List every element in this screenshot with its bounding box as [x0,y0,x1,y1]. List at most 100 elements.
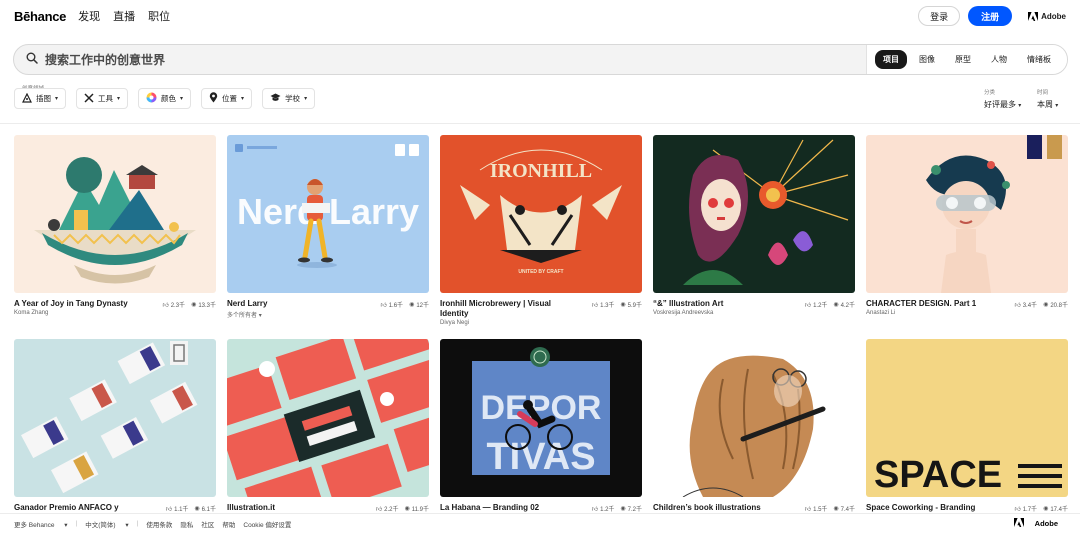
filter-creative-field[interactable]: 插图 ▾ [14,88,67,109]
project-meta: A Year of Joy in Tang Dynasty 👍︎ 2.3千 ◉ 13… [14,299,216,309]
project-thumbnail[interactable] [227,339,429,497]
project-card[interactable]: A Year of Joy in Tang Dynasty 👍︎ 2.3千 ◉ 13… [14,135,216,316]
nav-discover[interactable]: 发现 [78,8,100,24]
project-title[interactable]: A Year of Joy in Tang Dynasty [14,299,128,309]
like-count: 2.3千 [170,303,186,309]
view-count: 17.4千 [1050,507,1068,513]
filter-color[interactable]: 颜色 ▾ [138,88,192,109]
adobe-link[interactable]: Adobe [1028,11,1066,21]
filter-location[interactable]: 位置 ▾ [201,88,253,109]
footer-language[interactable]: 中文(简体) ▾ [85,519,128,529]
filter-location-label: 位置 [222,94,238,103]
filter-school[interactable]: 学校 ▾ [262,88,316,109]
scope-people[interactable]: 人物 [983,50,1015,69]
login-button[interactable]: 登录 [918,6,961,26]
chevron-down-icon: ▾ [180,96,184,102]
nav-live[interactable]: 直播 [113,8,135,24]
chevron-down-icon: ▾ [55,96,59,102]
eye-icon: ◉ [620,506,626,512]
footer-adobe-link[interactable]: Adobe [1013,518,1066,529]
project-title[interactable]: “&” Illustration Art [653,299,723,309]
footer-more-behance[interactable]: 更多 Behance ▾ [14,519,68,529]
chevron-down-icon: ▾ [241,96,245,102]
search-input[interactable] [45,52,445,67]
project-card[interactable]: Children’s book illustrations 👍︎ 1.5千 ◉ 7.… [653,339,855,513]
time-label: 时间 [1037,90,1049,96]
project-stats: 👍︎ 1.3千 ◉ 5.9千 [592,299,642,309]
project-card[interactable]: Ganador Premio ANFACO y 👍︎ 1.1千 ◉ 6.1千 [14,339,216,513]
footer-cookie-preferences[interactable]: Cookie 偏好设置 [243,519,291,529]
project-title[interactable]: Children’s book illustrations [653,503,761,513]
like-count: 1.2千 [600,507,615,513]
project-card[interactable]: Nerd Larry Nerd Larry 👍︎ 1.6千 ◉ 12千 多个所有者 … [227,135,429,319]
eye-icon: ◉ [409,302,415,308]
eye-icon: ◉ [620,302,626,308]
view-count: 7.4千 [840,507,855,513]
project-card[interactable]: Illustration.it 👍︎ 2.2千 ◉ 11.9千 [227,339,429,513]
footer-terms[interactable]: 使用条款 [146,519,172,529]
behance-logo[interactable]: Bēhance [14,9,66,24]
nav-jobs[interactable]: 职位 [148,8,170,24]
project-owner[interactable]: Divya Negi [440,320,642,326]
project-thumbnail[interactable]: DEPOR TIVAS [440,339,642,497]
signup-button[interactable]: 注册 [968,6,1013,26]
scope-projects[interactable]: 项目 [875,50,907,69]
view-count: 13.3千 [198,303,216,309]
thumbs-up-icon: 👍︎ [1014,506,1021,513]
like-count: 1.3千 [600,303,615,309]
like-count: 1.1千 [174,507,189,513]
project-thumbnail[interactable]: SPACE [866,339,1068,497]
filter-tools[interactable]: 工具 ▾ [76,88,129,109]
project-thumbnail[interactable]: IRONHILL UNITED BY CRAFT [440,135,642,293]
footer-privacy[interactable]: 隐私 [180,519,193,529]
project-card[interactable]: SPACE Space Coworking - Branding 👍︎ 1.7千 … [866,339,1068,513]
scope-images[interactable]: 图像 [911,50,943,69]
scope-moodboards[interactable]: 情绪板 [1019,50,1059,69]
footer-adobe-label: Adobe [1034,519,1058,528]
thumbs-up-icon: 👍︎ [165,506,173,513]
filter-school-label: 学校 [285,94,301,103]
chevron-down-icon: ▾ [1018,103,1022,109]
project-title[interactable]: Space Coworking - Branding [866,503,975,513]
time-dropdown[interactable]: 时间 本周 ▾ [1037,88,1058,110]
chevron-down-icon: ▾ [1055,103,1059,109]
footer-community[interactable]: 社区 [201,519,214,529]
project-owner[interactable]: Koma Zhang [14,310,216,316]
sort-label: 分类 [984,90,996,96]
footer-help[interactable]: 帮助 [222,519,235,529]
project-card[interactable]: IRONHILL UNITED BY CRAFT Ironhill Microb… [440,135,642,326]
project-thumbnail[interactable] [14,135,216,293]
project-thumbnail[interactable]: Nerd Larry [227,135,429,293]
project-stats: 👍︎ 1.1千 ◉ 6.1千 [166,503,216,513]
thumbs-up-icon: 👍︎ [591,302,599,309]
deportivas-line-2: TIVAS [486,436,595,478]
project-thumbnail[interactable] [653,135,855,293]
project-title[interactable]: Nerd Larry [227,299,267,309]
search-field-wrap [14,45,866,74]
project-title[interactable]: CHARACTER DESIGN. Part 1 [866,299,976,309]
project-meta: Ironhill Microbrewery | Visual Identity … [440,299,642,319]
project-owner[interactable]: Anastazi Li [866,310,1068,316]
eye-icon: ◉ [194,506,200,512]
project-owner[interactable]: 多个所有者 ▾ [227,310,429,319]
project-title[interactable]: La Habana — Branding 02 [440,503,539,513]
project-title[interactable]: Ganador Premio ANFACO y [14,503,119,513]
project-title[interactable]: Illustration.it [227,503,275,513]
project-stats: 👍︎ 3.4千 ◉ 20.8千 [1014,299,1068,309]
project-card[interactable]: DEPOR TIVAS La Habana — Branding 02 👍︎ 1.… [440,339,642,513]
project-card[interactable]: “&” Illustration Art 👍︎ 1.2千 ◉ 4.2千 Voskre… [653,135,855,316]
thumbs-up-icon: 👍︎ [375,506,383,513]
footer-separator: | [75,520,78,527]
sort-dropdown[interactable]: 分类 好评最多 ▾ [984,88,1021,110]
project-thumbnail[interactable] [866,135,1068,293]
project-owner[interactable]: Voskresija Andreevska [653,310,855,316]
thumbs-up-icon: 👍︎ [162,302,169,309]
project-title[interactable]: Ironhill Microbrewery | Visual Identity [440,299,570,319]
project-thumbnail[interactable] [653,339,855,497]
scope-prototypes[interactable]: 原型 [947,50,979,69]
project-stats: 👍︎ 1.2千 ◉ 7.2千 [592,503,642,513]
project-thumbnail[interactable] [14,339,216,497]
location-pin-icon [209,92,218,105]
eye-icon: ◉ [833,302,839,308]
project-card[interactable]: CHARACTER DESIGN. Part 1 👍︎ 3.4千 ◉ 20.8千 A… [866,135,1068,316]
